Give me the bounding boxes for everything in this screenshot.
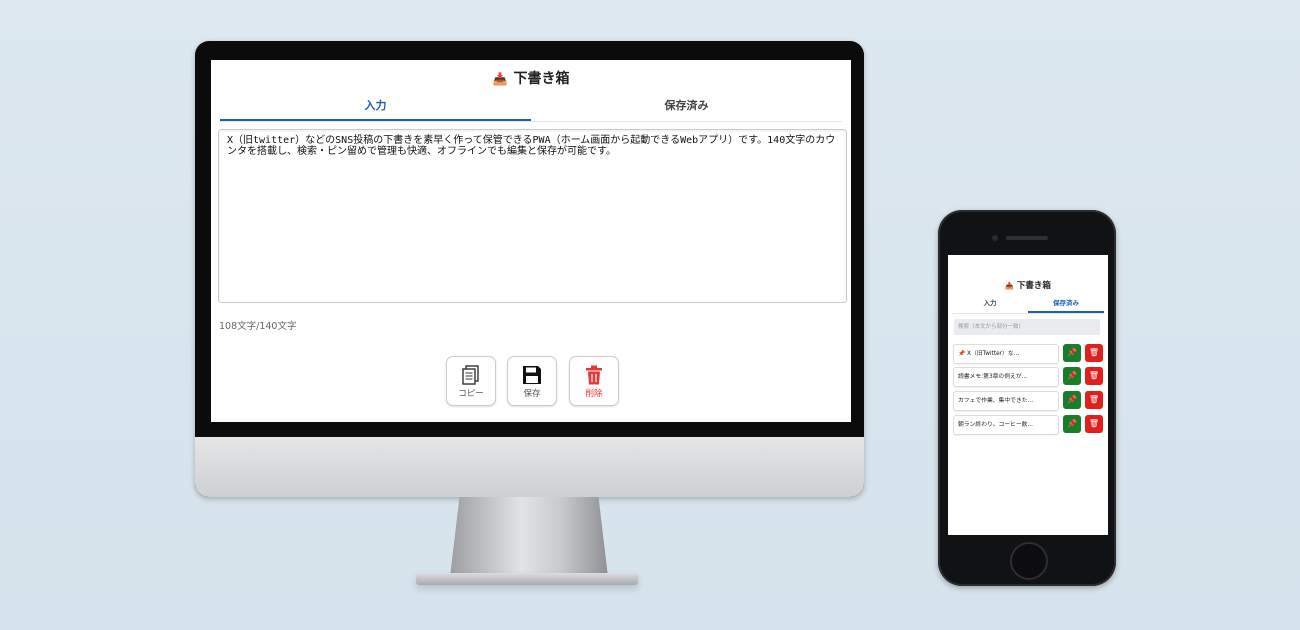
inbox-tray-icon: 📥 xyxy=(1005,282,1014,290)
phone-app-title: 📥 下書き箱 xyxy=(948,279,1108,291)
inbox-tray-icon: 📥 xyxy=(492,72,508,86)
tab-input[interactable]: 入力 xyxy=(220,97,531,121)
pin-button[interactable]: 📌 xyxy=(1063,415,1081,433)
trash-icon: 🗑 xyxy=(1088,395,1100,404)
copy-icon xyxy=(462,365,479,385)
trash-icon: 🗑 xyxy=(1088,348,1100,357)
trash-icon xyxy=(586,365,602,385)
tab-saved[interactable]: 保存済み xyxy=(531,97,842,119)
pin-button[interactable]: 📌 xyxy=(1063,367,1081,385)
draft-textarea[interactable]: X（旧twitter）などのSNS投稿の下書きを素早く作って保管できるPWA（ホ… xyxy=(218,129,847,303)
pin-button[interactable]: 📌 xyxy=(1063,391,1081,409)
saved-draft-item[interactable]: カフェで作業、集中できた... xyxy=(953,391,1059,411)
monitor-chin xyxy=(195,437,864,497)
saved-draft-item[interactable]: 朝ラン終わり。コーヒー飲... xyxy=(953,415,1059,435)
trash-icon: 🗑 xyxy=(1088,419,1100,428)
trash-icon: 🗑 xyxy=(1088,371,1100,380)
delete-button[interactable]: 削除 xyxy=(569,356,619,406)
pin-icon: 📌 xyxy=(1067,419,1077,428)
pin-icon: 📌 xyxy=(1067,348,1077,357)
delete-label: 削除 xyxy=(585,389,603,399)
app-title-text: 下書き箱 xyxy=(513,71,570,87)
pin-icon: 📌 xyxy=(1067,395,1077,404)
monitor-stand-base xyxy=(416,573,638,585)
delete-draft-button[interactable]: 🗑 xyxy=(1085,415,1103,433)
app-title: 📥 下書き箱 xyxy=(211,68,851,88)
phone-tab-input[interactable]: 入力 xyxy=(952,298,1028,311)
char-counter: 108文字/140文字 xyxy=(219,321,297,332)
phone-tab-saved[interactable]: 保存済み xyxy=(1028,298,1104,313)
search-input[interactable]: 検索（本文から部分一致） xyxy=(954,319,1100,335)
pin-button[interactable]: 📌 xyxy=(1063,344,1081,362)
tab-bar: 入力 保存済み xyxy=(220,97,842,122)
phone-screen: 📥 下書き箱 入力 保存済み 検索（本文から部分一致） 📌 X（旧Twitter）… xyxy=(948,255,1108,535)
phone-app-title-text: 下書き箱 xyxy=(1016,281,1051,291)
copy-button[interactable]: コピー xyxy=(446,356,496,406)
phone-camera xyxy=(992,235,998,241)
desktop-screen: 📥 下書き箱 入力 保存済み X（旧twitter）などのSNS投稿の下書きを素早… xyxy=(211,60,851,422)
floppy-disk-icon xyxy=(523,366,541,384)
save-label: 保存 xyxy=(523,389,541,399)
delete-draft-button[interactable]: 🗑 xyxy=(1085,391,1103,409)
save-button[interactable]: 保存 xyxy=(507,356,557,406)
home-button[interactable] xyxy=(1010,542,1048,580)
pin-icon: 📌 xyxy=(1067,371,1077,380)
saved-draft-item[interactable]: 読書メモ:第3章の例えが... xyxy=(953,367,1059,387)
delete-draft-button[interactable]: 🗑 xyxy=(1085,367,1103,385)
phone-speaker xyxy=(1006,236,1048,240)
copy-label: コピー xyxy=(458,389,484,399)
delete-draft-button[interactable]: 🗑 xyxy=(1085,344,1103,362)
phone-tab-bar: 入力 保存済み xyxy=(952,298,1104,314)
monitor-stand xyxy=(450,497,608,577)
saved-draft-item[interactable]: 📌 X（旧Twitter）な... xyxy=(953,344,1059,364)
